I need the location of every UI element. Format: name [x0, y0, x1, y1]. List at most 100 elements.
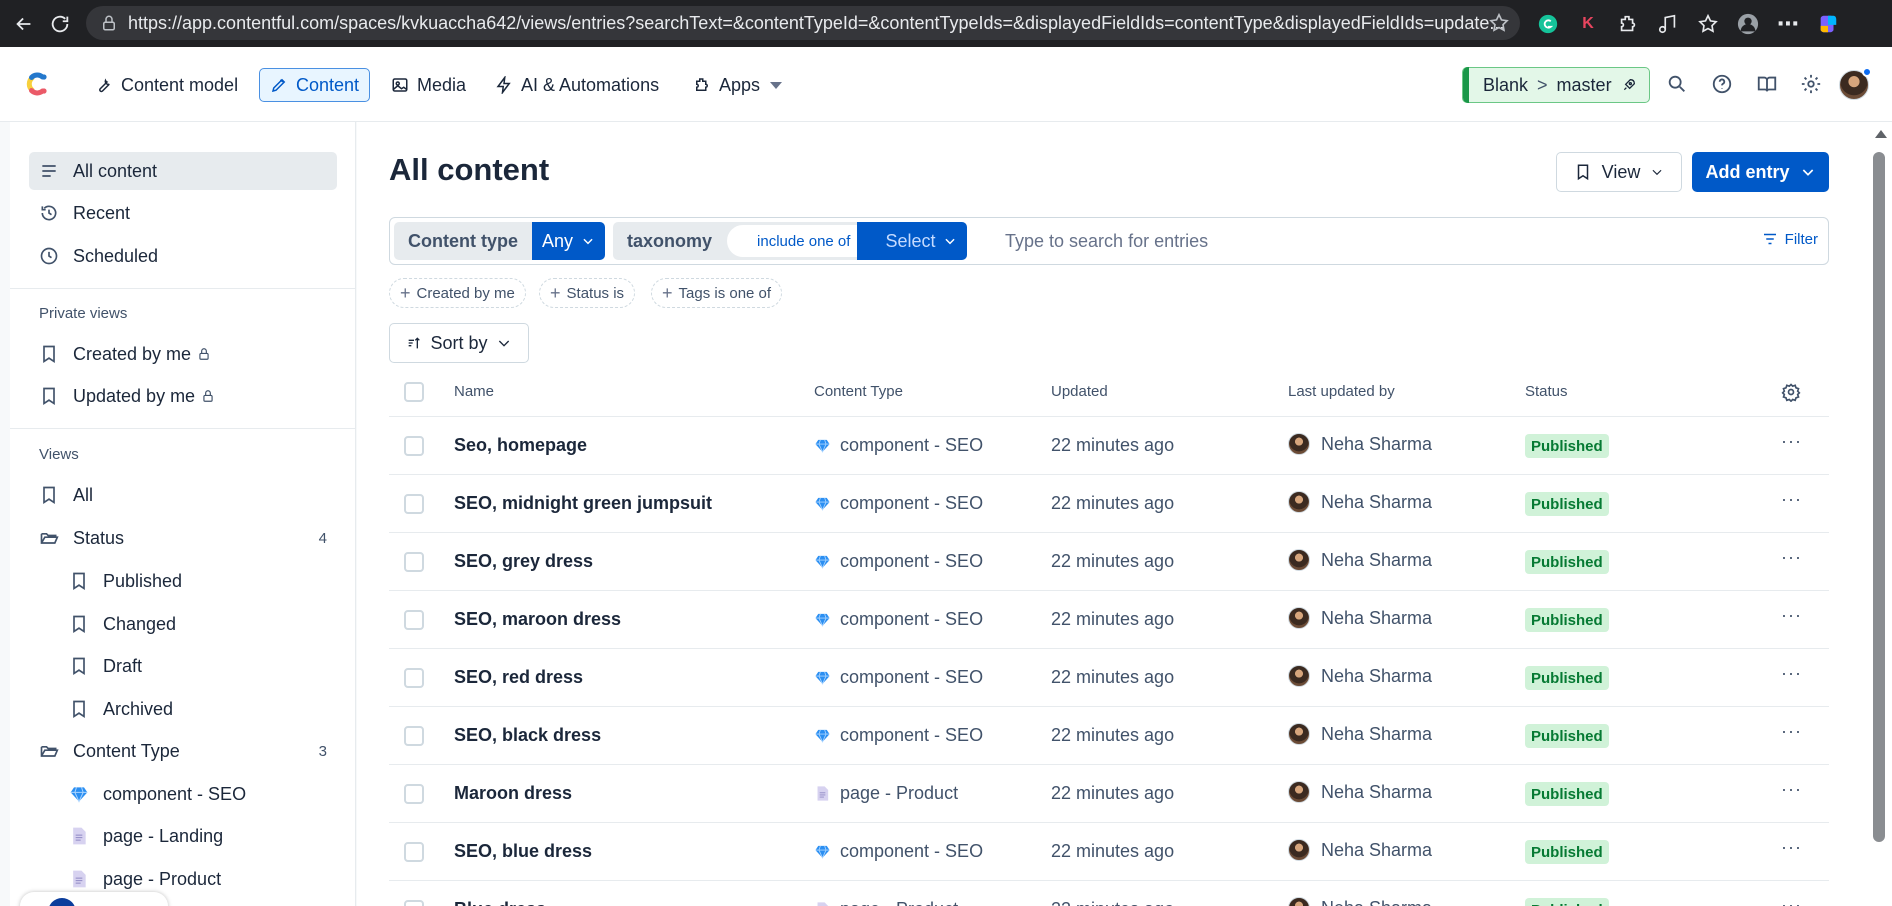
row-checkbox[interactable] — [404, 842, 424, 862]
sidebar-item-page-landing[interactable]: page - Landing — [59, 817, 337, 855]
add-entry-button[interactable]: Add entry — [1692, 152, 1829, 192]
user-avatar[interactable] — [1839, 67, 1872, 100]
bookmark-star-icon[interactable] — [1488, 12, 1510, 34]
sidebar-item-recent[interactable]: Recent — [29, 194, 337, 232]
gear-icon[interactable] — [1800, 73, 1824, 97]
content-type-filter-value[interactable]: Any — [532, 222, 606, 260]
scroll-up-arrow-icon[interactable] — [1875, 130, 1887, 138]
contentful-logo[interactable] — [22, 69, 52, 99]
select-all-checkbox[interactable] — [404, 382, 424, 402]
table-row[interactable]: Blue dress page - Product 22 minutes ago Ne… — [389, 881, 1829, 906]
row-checkbox[interactable] — [404, 494, 424, 514]
entry-name[interactable]: Maroon dress — [454, 783, 572, 804]
sidebar-folder-content-type[interactable]: Content Type 3 — [29, 732, 337, 770]
search-input[interactable] — [1005, 226, 1605, 256]
image-icon — [392, 78, 408, 92]
sidebar-item-archived[interactable]: Archived — [59, 690, 337, 728]
table-row[interactable]: Maroon dress page - Product 22 minutes ago… — [389, 765, 1829, 823]
row-actions-more-icon[interactable]: ··· — [1781, 605, 1802, 626]
nav-apps[interactable]: Apps — [683, 68, 792, 102]
column-header-content-type[interactable]: Content Type — [814, 383, 903, 400]
row-checkbox[interactable] — [404, 900, 424, 906]
entry-name[interactable]: SEO, blue dress — [454, 841, 592, 862]
sidebar-item-draft[interactable]: Draft — [59, 647, 337, 685]
sidebar-item-component-seo[interactable]: component - SEO — [59, 775, 337, 813]
row-actions-more-icon[interactable]: ··· — [1781, 431, 1802, 452]
filter-button[interactable]: Filter — [1761, 230, 1818, 248]
row-checkbox[interactable] — [404, 436, 424, 456]
table-row[interactable]: Seo, homepage component - SEO 22 minutes a… — [389, 417, 1829, 475]
more-menu-icon[interactable]: ⋯ — [1775, 11, 1801, 37]
scrollbar-thumb[interactable] — [1873, 152, 1885, 842]
row-checkbox[interactable] — [404, 610, 424, 630]
search-icon[interactable] — [1666, 73, 1690, 97]
nav-content-model[interactable]: Content model — [85, 68, 248, 102]
sidebar-item-all-content[interactable]: All content — [29, 152, 337, 190]
grammarly-extension-icon[interactable] — [1535, 11, 1561, 37]
row-actions-more-icon[interactable]: ··· — [1781, 663, 1802, 684]
favorites-icon[interactable] — [1695, 11, 1721, 37]
table-row[interactable]: SEO, black dress component - SEO 22 minute… — [389, 707, 1829, 765]
entry-name[interactable]: SEO, midnight green jumpsuit — [454, 493, 712, 514]
book-icon[interactable] — [1756, 73, 1780, 97]
back-icon[interactable] — [6, 6, 42, 42]
sidebar-item-changed[interactable]: Changed — [59, 605, 337, 643]
row-checkbox[interactable] — [404, 552, 424, 572]
nav-label: AI & Automations — [521, 74, 660, 95]
environment-switcher[interactable]: Blank > master — [1462, 67, 1650, 103]
taxonomy-select[interactable]: Select — [857, 222, 968, 260]
row-actions-more-icon[interactable]: ··· — [1781, 547, 1802, 568]
nav-ai-automations[interactable]: AI & Automations — [485, 68, 669, 102]
sidebar-item-created-by-me[interactable]: Created by me — [29, 335, 337, 373]
quick-filter-status-is[interactable]: + Status is — [539, 278, 636, 308]
table-row[interactable]: SEO, red dress component - SEO 22 minutes … — [389, 649, 1829, 707]
row-checkbox[interactable] — [404, 726, 424, 746]
avatar — [1288, 723, 1310, 745]
table-row[interactable]: SEO, maroon dress component - SEO 22 minut… — [389, 591, 1829, 649]
column-settings-gear-icon[interactable] — [1781, 382, 1801, 402]
table-row[interactable]: SEO, blue dress component - SEO 22 minutes… — [389, 823, 1829, 881]
entry-name[interactable]: Blue dress — [454, 899, 546, 906]
page-scrollbar[interactable] — [1867, 122, 1892, 906]
floating-help-widget[interactable] — [20, 892, 168, 906]
media-control-icon[interactable] — [1655, 11, 1681, 37]
nav-content[interactable]: Content — [259, 68, 371, 102]
entry-name[interactable]: SEO, red dress — [454, 667, 583, 688]
column-header-status[interactable]: Status — [1525, 383, 1568, 400]
copilot-icon[interactable] — [1815, 11, 1841, 37]
help-icon[interactable] — [1711, 73, 1735, 97]
nav-media[interactable]: Media — [381, 68, 476, 102]
view-button[interactable]: View — [1556, 152, 1682, 192]
sort-by-button[interactable]: Sort by — [389, 323, 529, 363]
taxonomy-filter[interactable]: taxonomy include one of Select — [613, 222, 968, 260]
row-actions-more-icon[interactable]: ··· — [1781, 779, 1802, 800]
quick-filter-created-by-me[interactable]: + Created by me — [389, 278, 526, 308]
row-checkbox[interactable] — [404, 668, 424, 688]
address-bar[interactable]: https://app.contentful.com/spaces/kvkuac… — [86, 6, 1520, 40]
puzzle-extensions-icon[interactable] — [1615, 11, 1641, 37]
row-checkbox[interactable] — [404, 784, 424, 804]
row-actions-more-icon[interactable]: ··· — [1781, 837, 1802, 858]
sidebar-item-all[interactable]: All — [29, 476, 337, 514]
sidebar-item-published[interactable]: Published — [59, 562, 337, 600]
column-header-name[interactable]: Name — [454, 383, 494, 400]
table-row[interactable]: SEO, midnight green jumpsuit component - … — [389, 475, 1829, 533]
column-header-last-updated-by[interactable]: Last updated by — [1288, 383, 1395, 400]
column-header-updated[interactable]: Updated — [1051, 383, 1108, 400]
sidebar-item-updated-by-me[interactable]: Updated by me — [29, 377, 337, 415]
row-actions-more-icon[interactable]: ··· — [1781, 721, 1802, 742]
entry-name[interactable]: SEO, black dress — [454, 725, 601, 746]
row-actions-more-icon[interactable]: ··· — [1781, 895, 1802, 906]
table-row[interactable]: SEO, grey dress component - SEO 22 minutes… — [389, 533, 1829, 591]
k-extension-icon[interactable]: K — [1575, 11, 1601, 37]
entry-name[interactable]: SEO, grey dress — [454, 551, 593, 572]
entry-name[interactable]: SEO, maroon dress — [454, 609, 621, 630]
content-type-filter[interactable]: Content type Any — [394, 222, 606, 260]
entry-name[interactable]: Seo, homepage — [454, 435, 587, 456]
sidebar-item-scheduled[interactable]: Scheduled — [29, 237, 337, 275]
row-actions-more-icon[interactable]: ··· — [1781, 489, 1802, 510]
profile-icon[interactable] — [1735, 11, 1761, 37]
reload-icon[interactable] — [42, 6, 78, 42]
sidebar-folder-status[interactable]: Status 4 — [29, 519, 337, 557]
quick-filter-tags[interactable]: + Tags is one of — [651, 278, 783, 308]
